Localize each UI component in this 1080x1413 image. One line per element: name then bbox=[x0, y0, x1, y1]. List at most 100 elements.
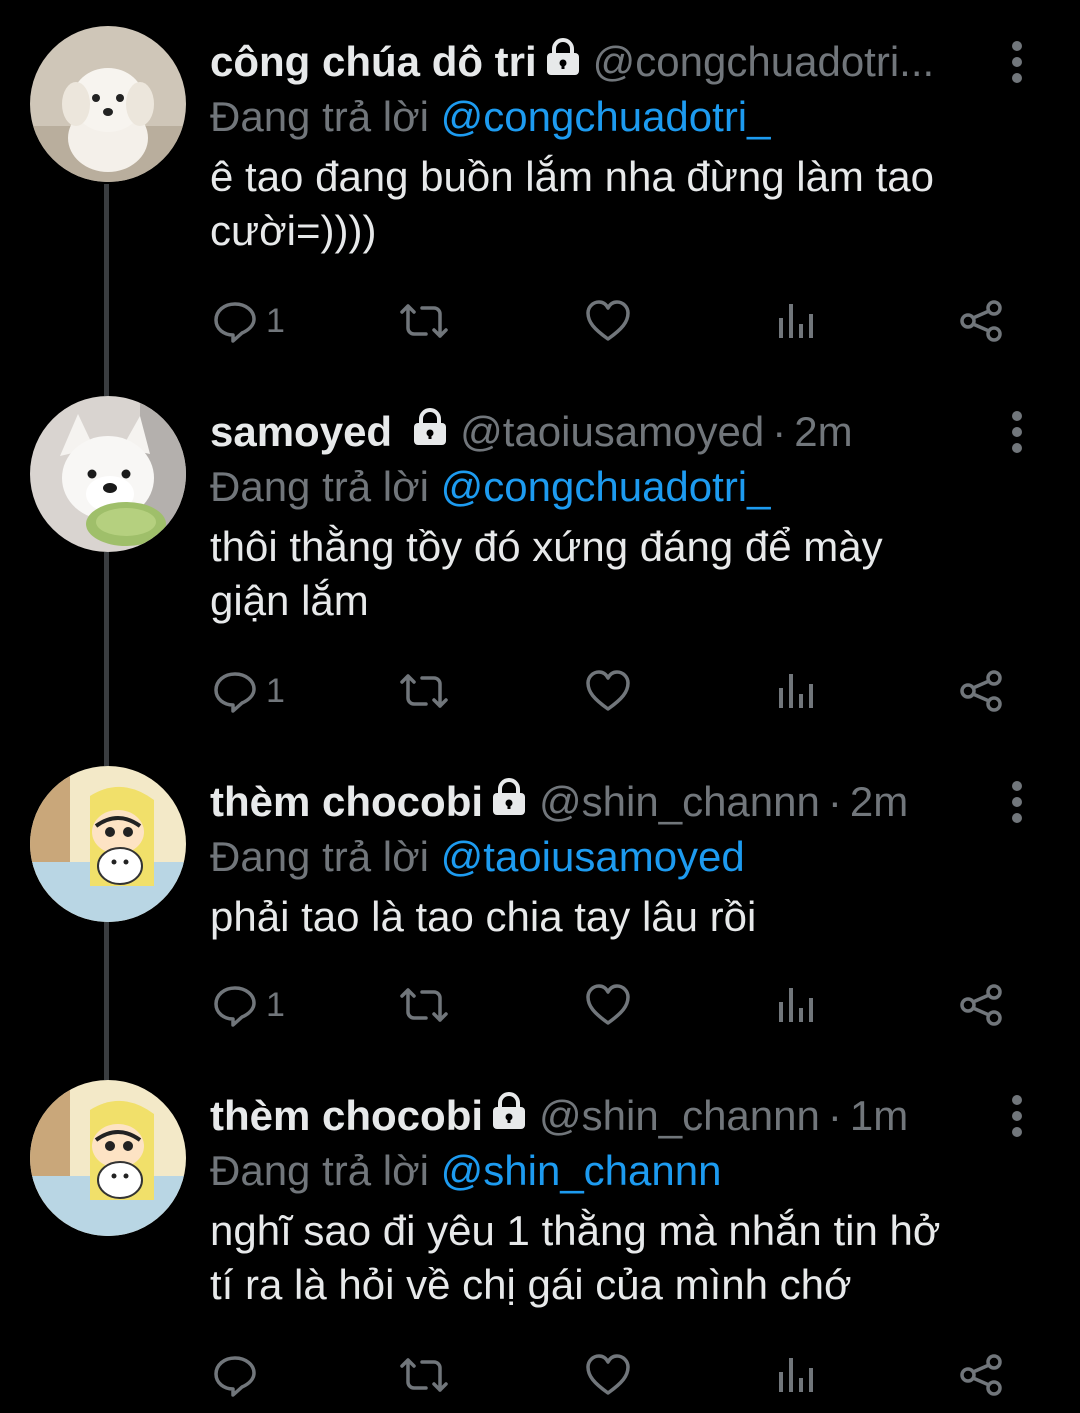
reply-bubble-icon bbox=[214, 672, 256, 713]
tweet-text-line: cười=)))) bbox=[210, 207, 377, 254]
action-bar: 1 bbox=[212, 296, 1012, 346]
replying-to-handle[interactable]: @taoiusamoyed bbox=[441, 833, 745, 880]
action-bar: 1 bbox=[212, 980, 1012, 1030]
share-icon bbox=[960, 300, 1002, 342]
tweet-text-line: giận lắm bbox=[210, 577, 369, 624]
heart-icon bbox=[586, 670, 630, 711]
retweet-icon bbox=[400, 674, 448, 708]
replying-to-label: Đang trả lời bbox=[210, 463, 429, 510]
replying-to: Đang trả lời @congchuadotri_ bbox=[210, 460, 771, 514]
tweet-text: nghĩ sao đi yêu 1 thằng mà nhắn tin hở t… bbox=[210, 1204, 1030, 1312]
replying-to: Đang trả lời @shin_channn bbox=[210, 1144, 721, 1198]
heart-icon bbox=[586, 300, 630, 341]
share-icon bbox=[960, 1354, 1002, 1396]
reply-button[interactable]: 1 bbox=[212, 296, 285, 346]
replying-to-label: Đang trả lời bbox=[210, 93, 429, 140]
tweet-text: phải tao là tao chia tay lâu rồi bbox=[210, 890, 1030, 944]
more-options-button[interactable] bbox=[1000, 774, 1034, 830]
separator-dot: · bbox=[827, 778, 842, 825]
heart-icon bbox=[586, 984, 630, 1025]
lock-icon bbox=[410, 404, 450, 460]
lock-icon bbox=[489, 1088, 529, 1144]
views-button[interactable] bbox=[776, 666, 816, 716]
like-button[interactable] bbox=[584, 980, 632, 1030]
tweet-text-line: nghĩ sao đi yêu 1 thằng mà nhắn tin hở bbox=[210, 1207, 941, 1254]
share-button[interactable] bbox=[958, 980, 1006, 1030]
like-button[interactable] bbox=[584, 1350, 632, 1400]
replying-to-handle[interactable]: @congchuadotri_ bbox=[441, 463, 771, 510]
replying-to-handle[interactable]: @congchuadotri_ bbox=[441, 93, 771, 140]
views-chart-icon bbox=[779, 1358, 813, 1392]
reply-count: 1 bbox=[266, 301, 285, 340]
reply-bubble-icon bbox=[214, 302, 256, 343]
retweet-button[interactable] bbox=[396, 666, 452, 716]
separator-dot: · bbox=[772, 408, 787, 455]
retweet-icon bbox=[400, 304, 448, 338]
retweet-button[interactable] bbox=[396, 1350, 452, 1400]
reply-button[interactable]: 1 bbox=[212, 980, 285, 1030]
like-button[interactable] bbox=[584, 666, 632, 716]
more-options-button[interactable] bbox=[1000, 34, 1034, 90]
display-name[interactable]: thèm chocobi bbox=[210, 1088, 483, 1144]
replying-to: Đang trả lời @congchuadotri_ bbox=[210, 90, 771, 144]
retweet-button[interactable] bbox=[396, 980, 452, 1030]
lock-icon bbox=[543, 34, 583, 90]
timestamp[interactable]: 2m bbox=[794, 404, 852, 460]
more-options-button[interactable] bbox=[1000, 1088, 1034, 1144]
views-button[interactable] bbox=[776, 1350, 816, 1400]
tweet-text-line: tí ra là hỏi về chị gái của mình chớ bbox=[210, 1261, 852, 1308]
share-button[interactable] bbox=[958, 1350, 1006, 1400]
retweet-icon bbox=[400, 1358, 448, 1392]
lock-icon bbox=[489, 774, 529, 830]
user-handle[interactable]: @congchuadotri... bbox=[593, 34, 935, 90]
share-icon bbox=[960, 670, 1002, 712]
views-button[interactable] bbox=[776, 980, 816, 1030]
more-vertical-icon bbox=[1012, 411, 1022, 453]
tweet-text: ê tao đang buồn lắm nha đừng làm tao cườ… bbox=[210, 150, 1030, 258]
timestamp[interactable]: 1m bbox=[850, 1088, 908, 1144]
separator-dot: · bbox=[827, 1092, 842, 1139]
user-handle[interactable]: @shin_channn bbox=[539, 1088, 820, 1144]
views-chart-icon bbox=[779, 674, 813, 708]
more-vertical-icon bbox=[1012, 1095, 1022, 1137]
tweet-text-line: ê tao đang buồn lắm nha đừng làm tao bbox=[210, 153, 934, 200]
tweet[interactable]: samoyed @taoiusamoyed · 2m Đang trả lời … bbox=[0, 396, 1080, 736]
replying-to-label: Đang trả lời bbox=[210, 833, 429, 880]
avatar[interactable] bbox=[30, 26, 186, 182]
share-button[interactable] bbox=[958, 666, 1006, 716]
timestamp[interactable]: 2m bbox=[850, 774, 908, 830]
reply-button[interactable] bbox=[212, 1350, 266, 1400]
tweet-text-line: phải tao là tao chia tay lâu rồi bbox=[210, 893, 757, 940]
retweet-button[interactable] bbox=[396, 296, 452, 346]
user-handle[interactable]: @shin_channn bbox=[539, 774, 820, 830]
share-button[interactable] bbox=[958, 296, 1006, 346]
reply-button[interactable]: 1 bbox=[212, 666, 285, 716]
avatar[interactable] bbox=[30, 396, 186, 552]
more-options-button[interactable] bbox=[1000, 404, 1034, 460]
tweet[interactable]: thèm chocobi @shin_channn · 2m Đang trả … bbox=[0, 766, 1080, 1056]
replying-to-label: Đang trả lời bbox=[210, 1147, 429, 1194]
reply-count: 1 bbox=[266, 671, 285, 710]
tweet[interactable]: công chúa dô tri @congchuadotri... Đang … bbox=[0, 26, 1080, 366]
retweet-icon bbox=[400, 988, 448, 1022]
avatar[interactable] bbox=[30, 766, 186, 922]
display-name[interactable]: thèm chocobi bbox=[210, 774, 483, 830]
display-name[interactable]: công chúa dô tri bbox=[210, 34, 537, 90]
user-handle[interactable]: @taoiusamoyed bbox=[460, 404, 764, 460]
views-chart-icon bbox=[779, 304, 813, 338]
more-vertical-icon bbox=[1012, 781, 1022, 823]
replying-to: Đang trả lời @taoiusamoyed bbox=[210, 830, 745, 884]
avatar[interactable] bbox=[30, 1080, 186, 1236]
reply-count: 1 bbox=[266, 985, 285, 1024]
views-chart-icon bbox=[779, 988, 813, 1022]
share-icon bbox=[960, 984, 1002, 1026]
more-vertical-icon bbox=[1012, 41, 1022, 83]
reply-bubble-icon bbox=[214, 986, 256, 1027]
like-button[interactable] bbox=[584, 296, 632, 346]
heart-icon bbox=[586, 1354, 630, 1395]
views-button[interactable] bbox=[776, 296, 816, 346]
replying-to-handle[interactable]: @shin_channn bbox=[441, 1147, 722, 1194]
tweet[interactable]: thèm chocobi @shin_channn · 1m Đang trả … bbox=[0, 1080, 1080, 1413]
tweet-text-line: thôi thằng tồy đó xứng đáng để mày bbox=[210, 523, 883, 570]
display-name[interactable]: samoyed bbox=[210, 404, 392, 460]
